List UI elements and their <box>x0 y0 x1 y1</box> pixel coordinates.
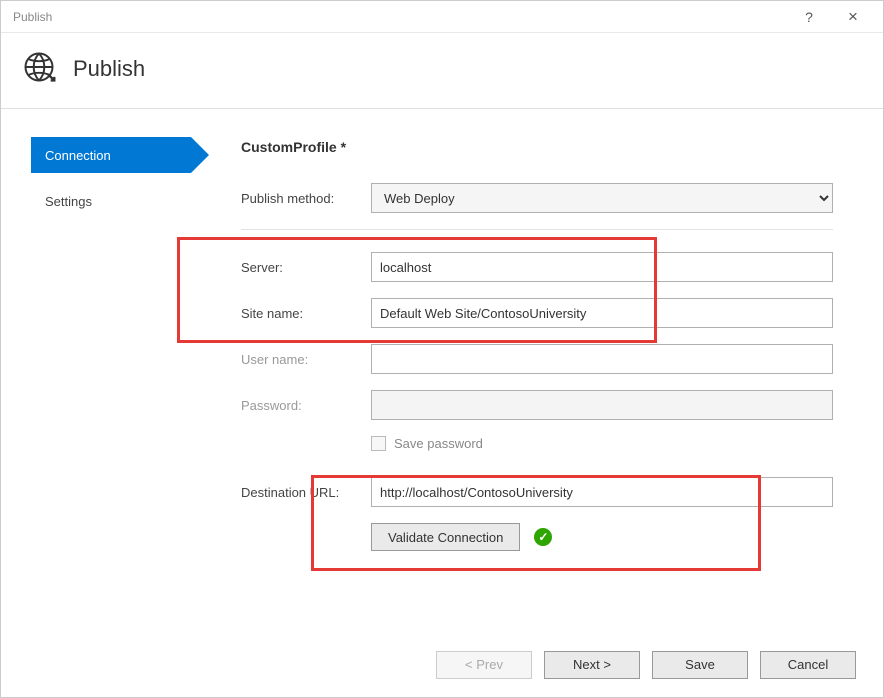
destination-url-label: Destination URL: <box>241 485 371 500</box>
site-name-input[interactable] <box>371 298 833 328</box>
titlebar: Publish ? × <box>1 1 883 33</box>
help-button[interactable]: ? <box>787 2 831 32</box>
save-password-label: Save password <box>394 436 483 451</box>
close-button[interactable]: × <box>831 2 875 32</box>
help-icon: ? <box>805 9 813 25</box>
sidebar: Connection Settings <box>1 137 191 623</box>
save-password-row: Save password <box>371 436 833 451</box>
divider <box>241 229 833 230</box>
sidebar-tab-connection[interactable]: Connection <box>31 137 191 173</box>
site-name-label: Site name: <box>241 306 371 321</box>
prev-button: < Prev <box>436 651 532 679</box>
validation-success-icon: ✓ <box>534 528 552 546</box>
page-title: Publish <box>73 56 145 82</box>
cancel-button[interactable]: Cancel <box>760 651 856 679</box>
password-input[interactable] <box>371 390 833 420</box>
publish-method-select[interactable]: Web Deploy <box>371 183 833 213</box>
profile-title: CustomProfile * <box>241 139 833 155</box>
window-title: Publish <box>13 10 787 24</box>
save-button[interactable]: Save <box>652 651 748 679</box>
validate-connection-button[interactable]: Validate Connection <box>371 523 520 551</box>
sidebar-tab-label: Settings <box>45 194 92 209</box>
main-panel: CustomProfile * Publish method: Web Depl… <box>191 137 883 623</box>
destination-url-input[interactable] <box>371 477 833 507</box>
user-name-input[interactable] <box>371 344 833 374</box>
sidebar-tab-settings[interactable]: Settings <box>31 183 191 219</box>
publish-globe-icon <box>21 49 57 88</box>
server-input[interactable] <box>371 252 833 282</box>
server-label: Server: <box>241 260 371 275</box>
next-button[interactable]: Next > <box>544 651 640 679</box>
footer: < Prev Next > Save Cancel <box>0 630 884 698</box>
password-label: Password: <box>241 398 371 413</box>
publish-method-label: Publish method: <box>241 191 371 206</box>
user-name-label: User name: <box>241 352 371 367</box>
sidebar-tab-label: Connection <box>45 148 111 163</box>
save-password-checkbox[interactable] <box>371 436 386 451</box>
header: Publish <box>1 33 883 109</box>
close-icon: × <box>848 7 858 27</box>
